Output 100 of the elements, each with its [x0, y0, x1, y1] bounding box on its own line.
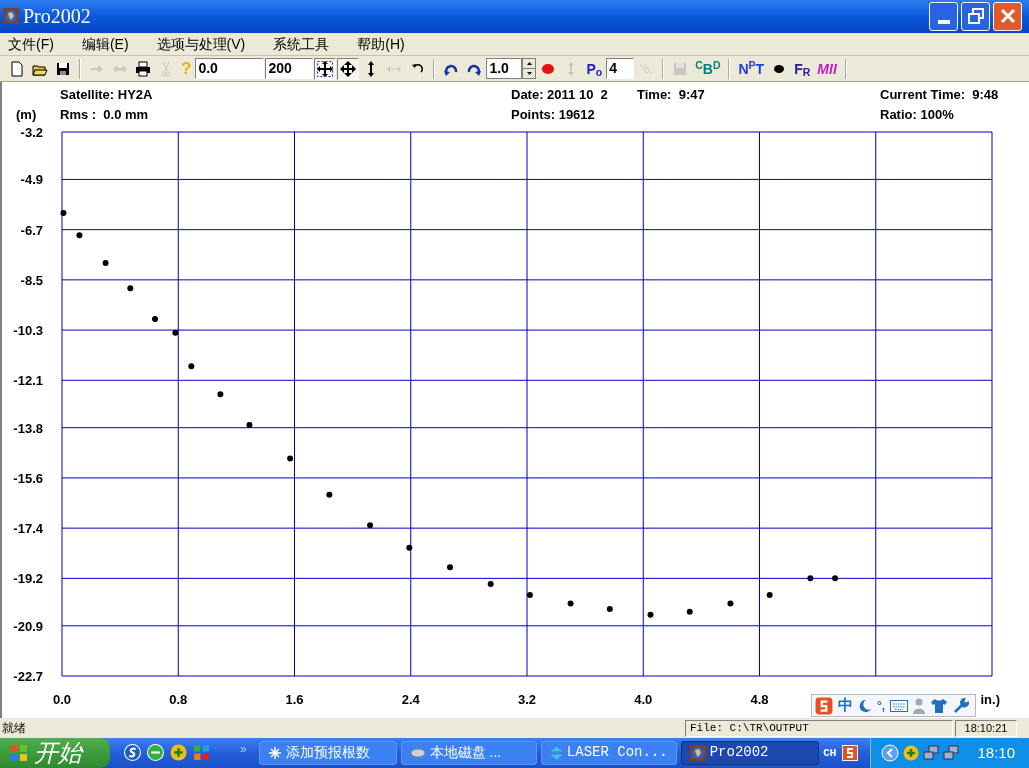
- toolbar-button[interactable]: N$^{P}$T: [735, 57, 768, 80]
- input-field[interactable]: 1.0: [486, 58, 523, 80]
- shirt-icon[interactable]: [930, 697, 949, 714]
- data-point: [367, 522, 374, 529]
- y-tick-label: -6.7: [20, 222, 43, 238]
- language-indicator[interactable]: CH: [823, 744, 837, 762]
- status-panel: File: C:\TR\OUTPUT: [685, 719, 953, 737]
- data-point: [487, 581, 494, 588]
- ime-icon[interactable]: [842, 745, 859, 761]
- close-button[interactable]: [993, 1, 1022, 31]
- taskbar-button[interactable]: 添加预报根数: [258, 741, 397, 765]
- x-tick-label: 1.6: [285, 692, 304, 708]
- taskbar-button[interactable]: LASER Con...: [540, 741, 677, 765]
- taskbar-button[interactable]: Pro2002: [680, 741, 819, 765]
- data-point: [217, 391, 224, 398]
- rms-label: Rms : 0.0 mm: [60, 106, 150, 125]
- toolbar-button[interactable]: P$_{o}$: [583, 57, 606, 80]
- menu-item[interactable]: 系统工具: [267, 33, 336, 55]
- data-point: [647, 611, 654, 618]
- x-tick-label: 4.0: [634, 692, 653, 708]
- y-tick-label: -3.2: [20, 128, 43, 141]
- move-icon: [340, 60, 357, 77]
- x-tick-label: 3.2: [517, 692, 537, 708]
- new-document-icon: [9, 60, 25, 77]
- arrows-icon: [549, 745, 563, 761]
- printer-icon: [135, 60, 151, 77]
- data-point: [287, 455, 294, 462]
- y-tick-label: -20.9: [13, 618, 43, 634]
- data-point: [766, 592, 773, 599]
- toolbar-button[interactable]: [337, 57, 360, 80]
- axis-unit-label: (m): [16, 107, 37, 123]
- data-point: [727, 600, 734, 607]
- minimize-icon: [937, 19, 950, 24]
- up-arrow-icon: [526, 62, 532, 66]
- add-icon[interactable]: [903, 745, 920, 761]
- input-field[interactable]: 200: [265, 58, 314, 80]
- y-tick-label: -12.1: [13, 373, 43, 389]
- data-point: [172, 330, 179, 337]
- collapse-icon[interactable]: [881, 744, 900, 762]
- wrench-icon[interactable]: [953, 697, 970, 714]
- keyboard-icon[interactable]: [890, 699, 909, 712]
- menu-item[interactable]: 编辑(E): [75, 33, 135, 55]
- data-point: [127, 285, 134, 292]
- x-tick-label: 0.8: [169, 692, 188, 708]
- tiles-icon[interactable]: [193, 744, 210, 762]
- status-panel: 18:10:21: [955, 719, 1017, 737]
- time-label: Time: 9:47: [637, 86, 706, 105]
- ime-logo-icon[interactable]: [815, 696, 833, 715]
- data-point: [326, 491, 333, 498]
- punctuation-button[interactable]: °,: [877, 696, 886, 715]
- moon-icon[interactable]: [858, 698, 872, 713]
- y-tick-label: -8.5: [20, 273, 43, 289]
- toolbar-button[interactable]: [314, 57, 337, 80]
- menu-item[interactable]: 选项与处理(V): [150, 33, 252, 55]
- data-point: [102, 260, 109, 267]
- data-point: [447, 564, 453, 571]
- input-field[interactable]: 4: [606, 58, 635, 80]
- ime-mode-button[interactable]: 中: [838, 694, 853, 717]
- save-icon: [672, 60, 689, 77]
- app-icon: [689, 745, 706, 761]
- data-point: [686, 609, 693, 615]
- y-tick-label: -17.4: [13, 521, 43, 537]
- y-tick-label: -19.2: [13, 571, 43, 587]
- y-tick-label: -22.7: [13, 669, 43, 685]
- data-point: [832, 575, 839, 582]
- fit-view-icon: [317, 60, 334, 77]
- toolbar-button[interactable]: $^{C}$B$^{D}$: [692, 57, 724, 80]
- status-text: 就绪: [1, 720, 27, 738]
- toolbar-button[interactable]: F$_{R}$: [791, 57, 814, 80]
- restore-button[interactable]: [961, 1, 990, 31]
- menu-item[interactable]: 帮助(H): [351, 33, 411, 55]
- data-point: [406, 544, 413, 551]
- axis-unit-label: in.): [980, 692, 1000, 708]
- more-button[interactable]: »: [240, 740, 247, 758]
- y-tick-label: -10.3: [13, 323, 43, 339]
- app-icon: [3, 8, 19, 25]
- date-label: Date: 2011 10 2: [511, 86, 609, 105]
- minimize-button[interactable]: [929, 1, 958, 31]
- data-point: [567, 600, 574, 607]
- y-tick-label: -13.8: [13, 420, 43, 436]
- data-point: [246, 422, 253, 429]
- data-point: [606, 606, 613, 613]
- data-point: [188, 363, 195, 370]
- data-point: [152, 316, 158, 323]
- taskbar-button[interactable]: 本地磁盘 ...: [400, 741, 537, 765]
- window-title: Pro2002: [23, 4, 92, 30]
- current-time-label: Current Time: 9:48: [880, 86, 999, 105]
- menu-item[interactable]: 文件(F): [2, 33, 60, 55]
- data-point: [526, 592, 533, 599]
- y-tick-label: -15.6: [13, 471, 43, 487]
- satellite-label: Satellite: HY2A: [60, 86, 154, 105]
- input-field[interactable]: 0.0: [195, 58, 265, 80]
- toolbar-button[interactable]: MII: [814, 57, 840, 80]
- spin-button[interactable]: [522, 58, 537, 80]
- network-icon[interactable]: [943, 745, 960, 761]
- windows-logo-icon: [10, 744, 28, 762]
- points-label: Points: 19612: [511, 106, 596, 125]
- add-icon[interactable]: [170, 744, 187, 762]
- taskbar-clock: 18:10: [977, 742, 1015, 763]
- network-icon[interactable]: [923, 745, 940, 761]
